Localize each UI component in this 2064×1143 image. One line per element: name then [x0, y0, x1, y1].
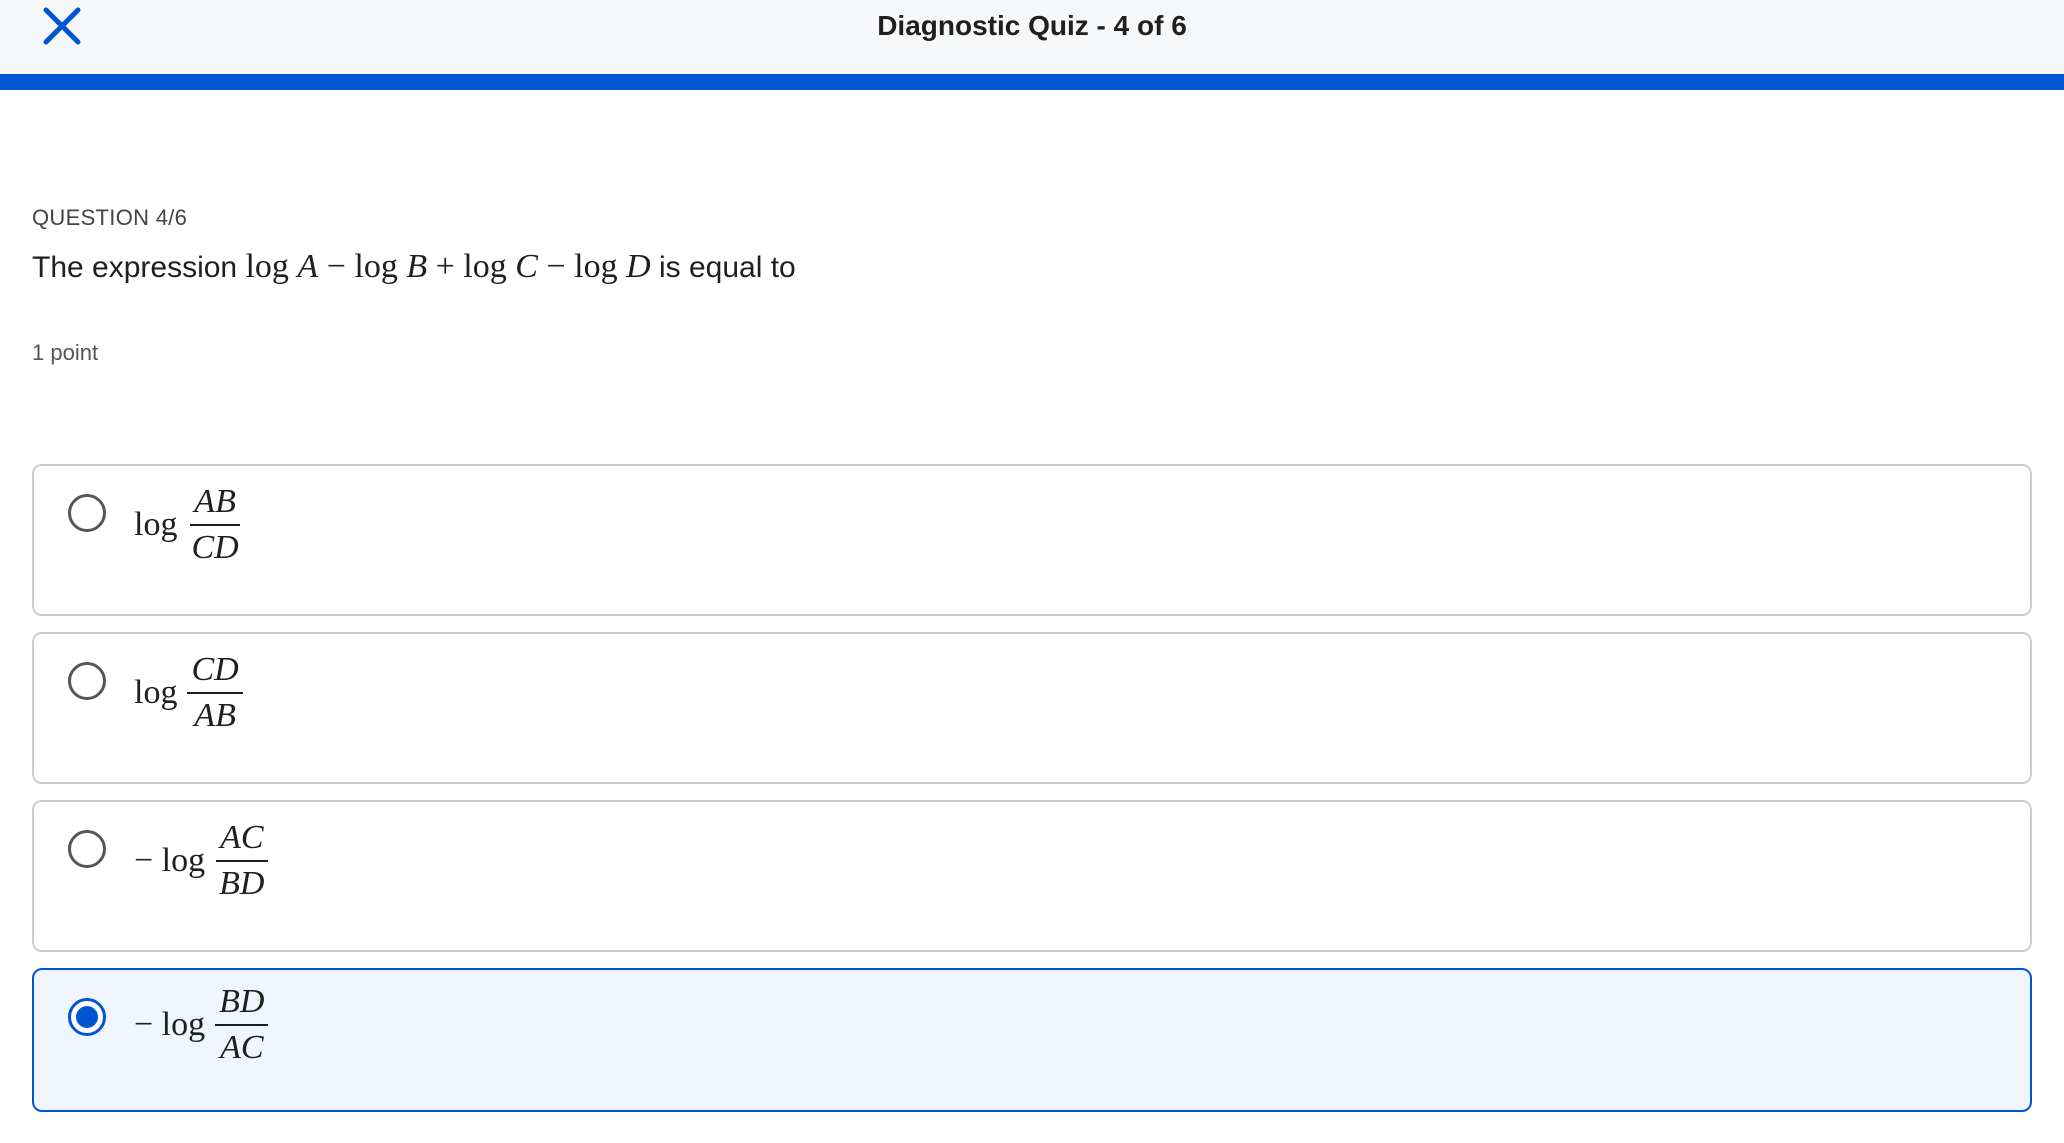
- question-number: QUESTION 4/6: [32, 205, 188, 230]
- option-3-numerator: AC: [216, 818, 268, 862]
- option-3-expression: − log AC BD: [134, 818, 268, 904]
- radio-button-1[interactable]: [68, 494, 106, 532]
- option-3-prefix: − log: [134, 842, 206, 879]
- question-text-before: The expression: [32, 251, 238, 284]
- option-2-prefix: log: [134, 674, 178, 711]
- option-1-numerator: AB: [190, 482, 240, 526]
- option-1-expression: log AB CD: [134, 482, 243, 568]
- option-3-denominator: BD: [219, 865, 265, 902]
- option-3-fraction: AC BD: [215, 818, 268, 904]
- question-text-after: is equal to: [658, 251, 796, 284]
- option-4-denominator: AC: [220, 1029, 264, 1066]
- radio-button-4-selected[interactable]: [68, 998, 106, 1036]
- radio-button-3[interactable]: [68, 830, 106, 868]
- question-expression: log A − log B + log C − log D: [245, 248, 651, 285]
- option-2-numerator: CD: [187, 650, 243, 694]
- option-1-fraction: AB CD: [187, 482, 242, 568]
- answer-option-4[interactable]: − log BD AC: [32, 968, 2032, 1112]
- option-1-denominator: CD: [191, 529, 239, 566]
- quiz-title: Diagnostic Quiz - 4 of 6: [877, 10, 1187, 41]
- option-4-fraction: BD AC: [215, 982, 269, 1068]
- radio-button-2[interactable]: [68, 662, 106, 700]
- question-text: The expression log A − log B + log C − l…: [32, 248, 796, 286]
- option-1-prefix: log: [134, 506, 178, 543]
- progress-bar: [0, 74, 2064, 90]
- option-2-expression: log CD AB: [134, 650, 243, 736]
- option-4-expression: − log BD AC: [134, 982, 269, 1068]
- answer-option-3[interactable]: − log AC BD: [32, 800, 2032, 952]
- progress-bar-fill: [0, 74, 2064, 90]
- points-label: 1 point: [32, 340, 99, 365]
- option-4-prefix: − log: [134, 1006, 206, 1043]
- answer-option-1[interactable]: log AB CD: [32, 464, 2032, 616]
- option-2-denominator: AB: [194, 697, 236, 734]
- top-bar: Diagnostic Quiz - 4 of 6: [0, 0, 2064, 74]
- answer-option-2[interactable]: log CD AB: [32, 632, 2032, 784]
- option-2-fraction: CD AB: [187, 650, 243, 736]
- option-4-numerator: BD: [215, 982, 269, 1026]
